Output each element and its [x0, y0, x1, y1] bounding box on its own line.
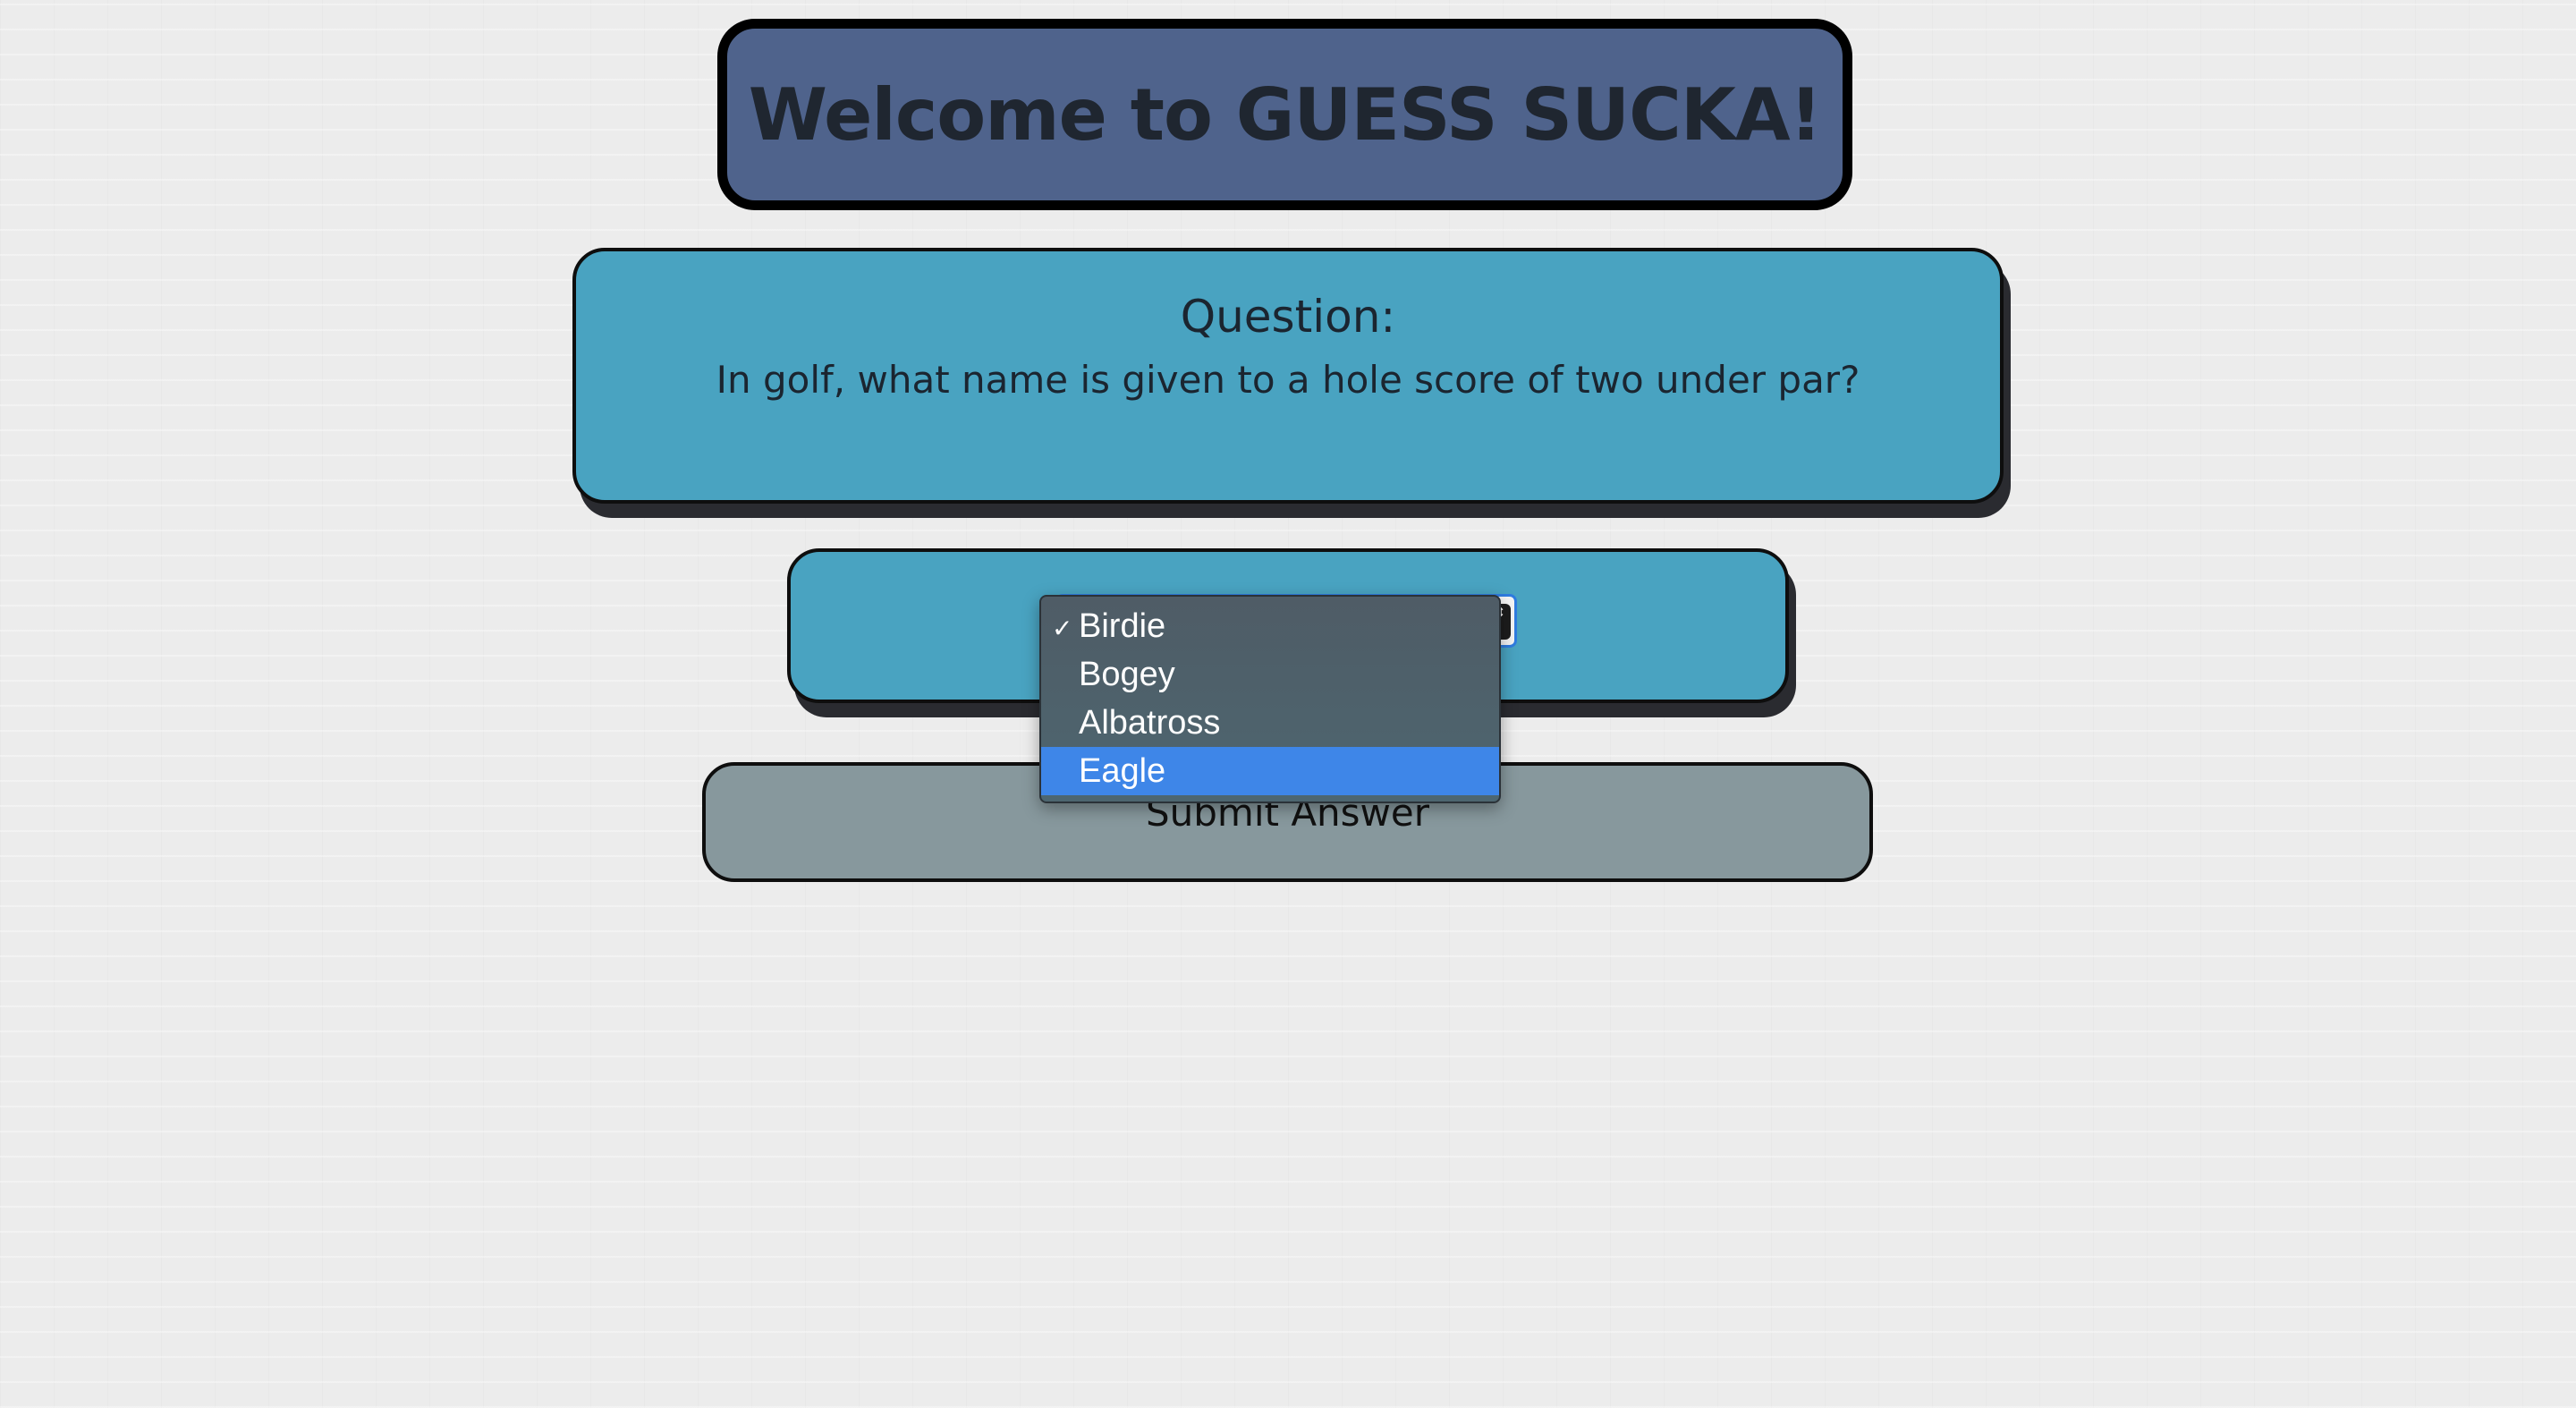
option-label: Bogey [1079, 655, 1175, 693]
dropdown-option-eagle[interactable]: Eagle [1041, 747, 1499, 795]
dropdown-option-birdie[interactable]: ✓ Birdie [1041, 602, 1499, 650]
check-icon: ✓ [1052, 615, 1073, 642]
question-card: Question: In golf, what name is given to… [572, 248, 2004, 504]
dropdown-option-bogey[interactable]: Bogey [1041, 650, 1499, 699]
question-heading: Question: [1180, 291, 1396, 343]
option-label: Birdie [1079, 606, 1166, 645]
answer-dropdown-menu: ✓ Birdie Bogey Albatross Eagle [1039, 595, 1501, 803]
title-banner: Welcome to GUESS SUCKA! [717, 19, 1852, 210]
question-text: In golf, what name is given to a hole sc… [716, 358, 1860, 402]
option-label: Albatross [1079, 703, 1221, 742]
dropdown-option-albatross[interactable]: Albatross [1041, 699, 1499, 747]
page-title: Welcome to GUESS SUCKA! [748, 72, 1822, 157]
option-label: Eagle [1079, 751, 1166, 790]
